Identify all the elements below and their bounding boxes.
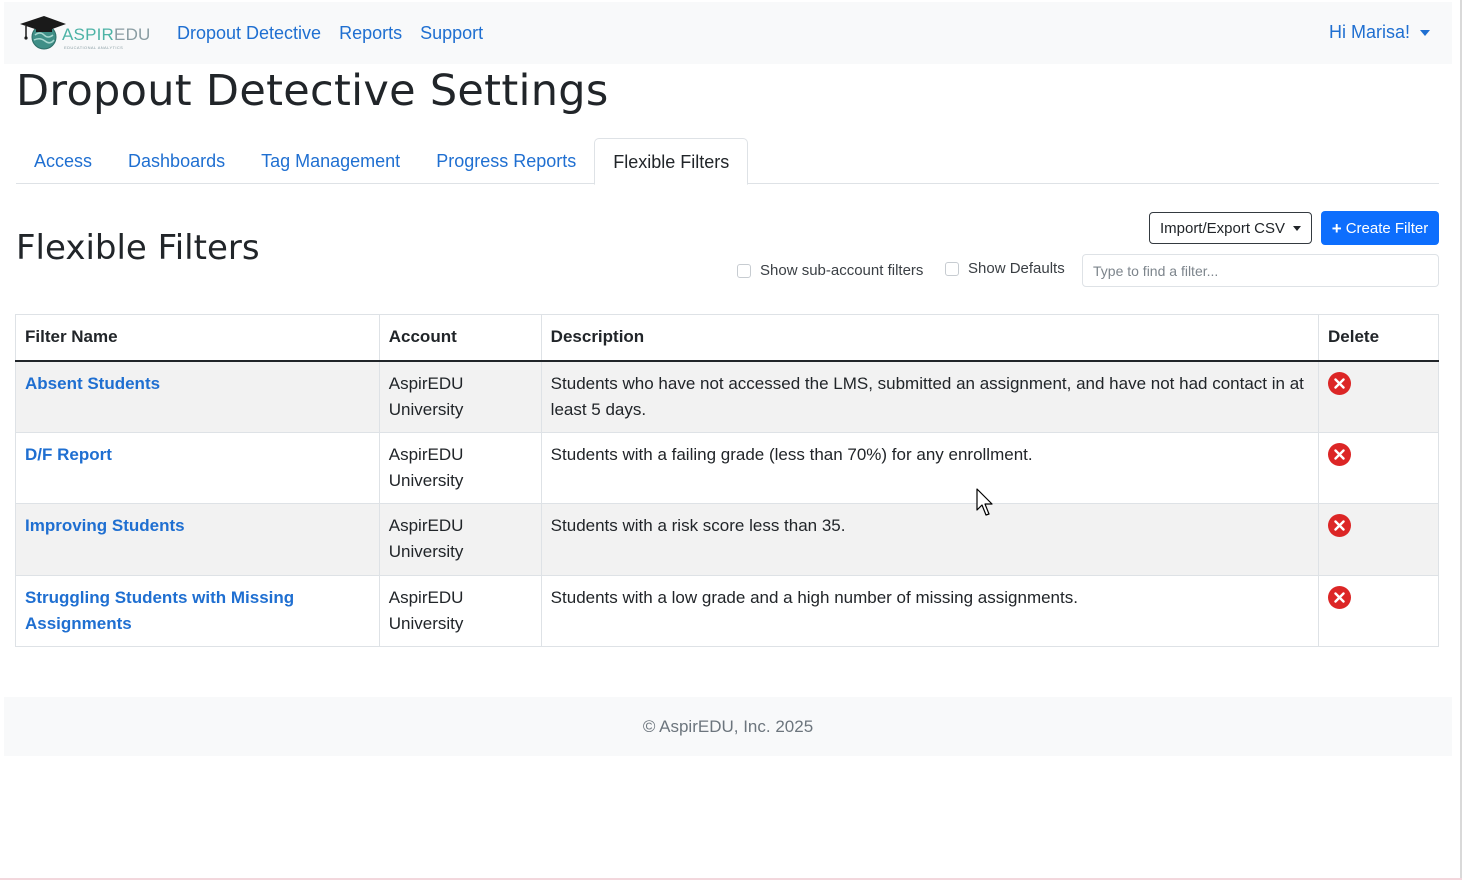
page-footer: © AspirEDU, Inc. 2025: [4, 697, 1452, 756]
user-menu-dropdown[interactable]: Hi Marisa!: [1329, 22, 1430, 43]
caret-down-icon: [1293, 225, 1302, 231]
show-subaccount-label: Show sub-account filters: [760, 262, 924, 279]
settings-tabs: Access Dashboards Tag Management Progres…: [16, 138, 1439, 185]
brand-wordmark: ASPIREDU: [62, 25, 151, 45]
filter-name-cell: D/F Report: [15, 432, 380, 504]
table-row: Struggling Students with Missing Assignm…: [15, 575, 1439, 647]
account-line2: University: [388, 399, 464, 419]
show-defaults-label: Show Defaults: [968, 260, 1065, 277]
brand-part1: ASPIR: [62, 25, 115, 44]
filter-search-input[interactable]: [1082, 254, 1439, 287]
column-header-delete: Delete: [1318, 314, 1439, 362]
nav-links: Dropout Detective Reports Support: [177, 23, 501, 44]
graduation-cap-globe-icon: [20, 16, 66, 50]
column-header-account[interactable]: Account: [378, 314, 542, 362]
delete-x-circle-icon[interactable]: [1328, 514, 1352, 537]
account-line2: University: [388, 614, 464, 633]
filters-table: Filter Name Account Description Delete A…: [15, 314, 1439, 647]
tab-tag-management[interactable]: Tag Management: [243, 138, 418, 184]
column-header-filter-name[interactable]: Filter Name: [15, 314, 380, 362]
section-title: Flexible Filters: [16, 228, 260, 268]
brand-logo[interactable]: ASPIREDU EDUCATIONAL ANALYTICS: [18, 13, 158, 53]
nav-link-reports[interactable]: Reports: [339, 23, 402, 44]
import-export-csv-button[interactable]: Import/Export CSV: [1149, 212, 1312, 244]
nav-link-support[interactable]: Support: [420, 23, 483, 44]
delete-cell: [1318, 575, 1439, 647]
brand-part2: EDU: [114, 25, 151, 44]
description-cell: Students with a risk score less than 35.: [540, 503, 1320, 576]
account-cell: AspirEDU University: [378, 503, 542, 576]
table-header-row: Filter Name Account Description Delete: [15, 314, 1439, 362]
filter-name-link[interactable]: Struggling Students with Missing Assignm…: [25, 588, 294, 633]
tab-dashboards[interactable]: Dashboards: [110, 138, 243, 184]
nav-link-dropout-detective[interactable]: Dropout Detective: [177, 23, 321, 44]
import-export-label: Import/Export CSV: [1159, 219, 1286, 237]
create-filter-label: Create Filter: [1345, 219, 1429, 237]
account-line2: University: [388, 542, 464, 561]
delete-cell: [1318, 432, 1439, 504]
delete-x-circle-icon[interactable]: [1328, 443, 1352, 466]
filter-name-link[interactable]: Improving Students: [25, 516, 185, 535]
description-cell: Students who have not accessed the LMS, …: [540, 360, 1320, 433]
table-row: D/F Report AspirEDU University Students w…: [15, 432, 1439, 504]
caret-down-icon: [1420, 29, 1430, 36]
account-cell: AspirEDU University: [378, 432, 542, 504]
account-line1: AspirEDU: [388, 588, 464, 607]
user-greeting: Hi Marisa!: [1328, 22, 1410, 42]
checkbox-box[interactable]: [945, 261, 959, 276]
plus-icon: +: [1331, 218, 1342, 238]
account-cell: AspirEDU University: [378, 575, 542, 647]
page-title: Dropout Detective Settings: [16, 66, 609, 116]
tab-access[interactable]: Access: [16, 138, 110, 184]
description-cell: Students with a failing grade (less than…: [540, 432, 1320, 504]
delete-cell: [1318, 360, 1439, 433]
table-row: Absent Students AspirEDU University Stude…: [15, 360, 1439, 433]
table-row: Improving Students AspirEDU University St…: [15, 503, 1439, 576]
column-header-description[interactable]: Description: [540, 314, 1320, 362]
delete-cell: [1318, 503, 1439, 576]
description-cell: Students with a low grade and a high num…: [540, 575, 1320, 647]
top-navbar: ASPIREDU EDUCATIONAL ANALYTICS Dropout D…: [4, 2, 1452, 64]
account-line1: AspirEDU: [388, 445, 464, 464]
filter-name-link[interactable]: D/F Report: [25, 445, 112, 464]
account-line1: AspirEDU: [388, 516, 464, 535]
delete-x-circle-icon[interactable]: [1328, 586, 1352, 609]
filter-name-cell: Absent Students: [15, 360, 380, 433]
filter-name-cell: Improving Students: [15, 503, 380, 576]
brand-tagline: EDUCATIONAL ANALYTICS: [64, 45, 124, 50]
filter-name-cell: Struggling Students with Missing Assignm…: [15, 575, 380, 647]
show-subaccount-filters-checkbox[interactable]: Show sub-account filters: [737, 262, 923, 279]
filter-name-link[interactable]: Absent Students: [25, 374, 160, 393]
account-cell: AspirEDU University: [378, 360, 542, 433]
checkbox-box[interactable]: [737, 263, 751, 278]
footer-copyright: © AspirEDU, Inc. 2025: [642, 716, 814, 736]
create-filter-button[interactable]: + Create Filter: [1321, 211, 1439, 245]
tab-progress-reports[interactable]: Progress Reports: [418, 138, 594, 184]
show-defaults-checkbox[interactable]: Show Defaults: [945, 260, 1065, 277]
delete-x-circle-icon[interactable]: [1328, 371, 1352, 395]
tab-flexible-filters[interactable]: Flexible Filters: [594, 138, 749, 185]
account-line2: University: [388, 471, 464, 490]
account-line1: AspirEDU: [388, 373, 464, 393]
mouse-pointer-icon: [976, 488, 993, 516]
